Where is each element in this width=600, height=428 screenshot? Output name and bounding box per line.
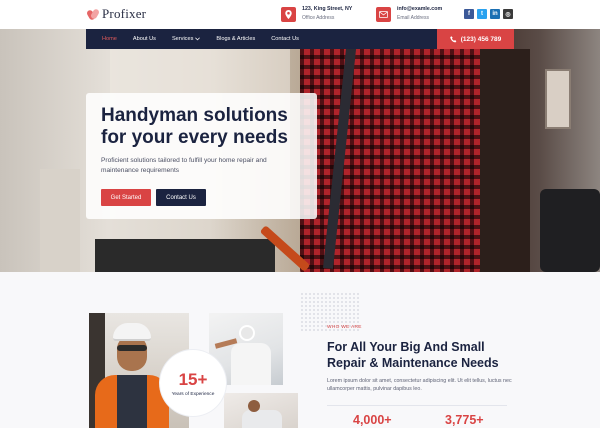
hero-subtitle: Proficient solutions tailored to fulfill… bbox=[101, 157, 267, 174]
stat-value: 3,775+ bbox=[445, 413, 484, 427]
twitter-icon[interactable]: t bbox=[477, 9, 487, 19]
nav-item-contact[interactable]: Contact Us bbox=[271, 36, 299, 42]
logo[interactable]: Profixer bbox=[88, 6, 146, 22]
nav-item-services[interactable]: Services bbox=[171, 36, 201, 42]
nav-item-about[interactable]: About Us bbox=[133, 36, 156, 42]
facebook-icon[interactable]: f bbox=[464, 9, 474, 19]
contact-us-button[interactable]: Contact Us bbox=[156, 189, 206, 206]
stat-value: 4,000+ bbox=[353, 413, 392, 427]
email-label: Email Address bbox=[397, 15, 429, 21]
nav-item-blogs[interactable]: Blogs & Articles bbox=[216, 36, 255, 42]
email-block: info@examle.com Email Address bbox=[376, 5, 442, 23]
location-pin-icon bbox=[281, 6, 296, 22]
section-eyebrow: WHO WE ARE bbox=[327, 325, 362, 330]
phone-button[interactable]: (123) 456 789 bbox=[437, 29, 514, 49]
instagram-icon[interactable]: ◎ bbox=[503, 9, 513, 19]
social-links: f t in ◎ bbox=[464, 9, 513, 19]
chevron-down-icon bbox=[195, 37, 201, 41]
email-link[interactable]: info@examle.com bbox=[397, 5, 442, 14]
address-block: 123, King Street, NY Office Address bbox=[281, 5, 352, 23]
phone-number: (123) 456 789 bbox=[460, 35, 502, 43]
experience-label: Years of Experience bbox=[171, 392, 215, 397]
about-text: Lorem ipsum dolor sit amet, consectetur … bbox=[327, 378, 512, 392]
linkedin-icon[interactable]: in bbox=[490, 9, 500, 19]
divider bbox=[327, 405, 507, 406]
about-title: For All Your Big And Small Repair & Main… bbox=[327, 340, 499, 370]
phone-icon bbox=[449, 35, 457, 42]
mail-icon bbox=[376, 6, 391, 22]
address-text: 123, King Street, NY bbox=[302, 6, 353, 12]
top-header: Profixer 123, King Street, NY Office Add… bbox=[0, 0, 600, 29]
experience-badge: 15+ Years of Experience bbox=[160, 350, 226, 416]
hero-card: Handyman solutions for your every needs … bbox=[86, 93, 317, 219]
brand-name: Profixer bbox=[102, 6, 147, 21]
logo-icon bbox=[88, 9, 99, 20]
repair-photo-bottom bbox=[224, 393, 298, 428]
address-label: Office Address bbox=[302, 15, 335, 21]
nav-item-services-label: Services bbox=[171, 36, 194, 42]
hero-title: Handyman solutions for your every needs bbox=[101, 105, 288, 148]
experience-value: 15+ bbox=[178, 370, 208, 389]
nav-item-home[interactable]: Home bbox=[102, 36, 117, 42]
get-started-button[interactable]: Get Started bbox=[101, 189, 151, 206]
